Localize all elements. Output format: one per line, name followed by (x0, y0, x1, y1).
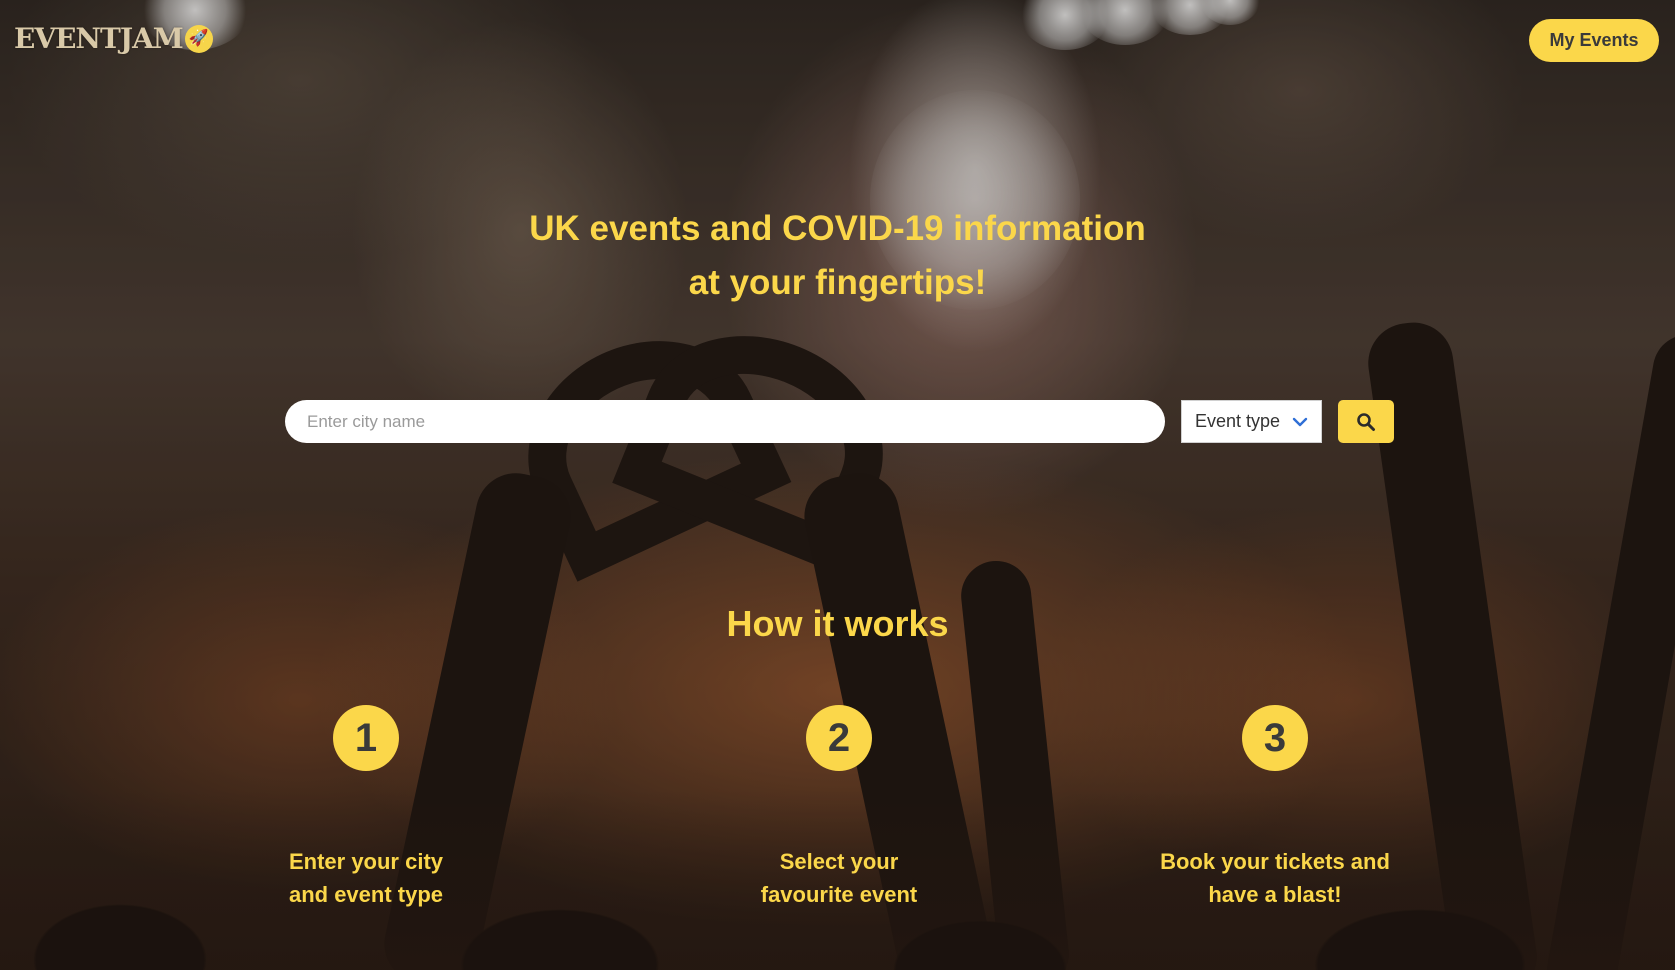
step-number-badge: 1 (333, 705, 399, 771)
hero-title-line-1: UK events and COVID-19 information (529, 209, 1146, 248)
step-number-badge: 2 (806, 705, 872, 771)
step-2: 2 Select your favourite event (689, 705, 989, 911)
chevron-down-icon (1292, 417, 1308, 426)
city-search-input[interactable] (285, 400, 1165, 443)
landing-page: EVENTJAM 🚀 My Events UK events and COVID… (0, 0, 1675, 970)
logo-text: EVENTJAM (14, 22, 184, 55)
search-bar: Event type (285, 400, 1394, 443)
search-button[interactable] (1338, 400, 1394, 443)
event-type-label: Event type (1195, 411, 1281, 431)
step-description: Enter your city and event type (288, 849, 444, 907)
step-number-badge: 3 (1242, 705, 1308, 771)
step-1: 1 Enter your city and event type (216, 705, 516, 911)
step-3: 3 Book your tickets and have a blast! (1125, 705, 1425, 911)
search-icon (1357, 412, 1375, 431)
hero-title: UK events and COVID-19 information at yo… (0, 202, 1675, 310)
step-description: Book your tickets and have a blast! (1160, 849, 1390, 907)
event-type-select[interactable]: Event type (1181, 400, 1322, 443)
hero-title-line-2: at your fingertips! (688, 263, 987, 302)
step-description: Select your favourite event (760, 849, 918, 907)
how-it-works-title: How it works (726, 603, 949, 644)
rocket-icon: 🚀 (184, 24, 213, 53)
my-events-button[interactable]: My Events (1529, 19, 1659, 62)
eventjam-logo[interactable]: EVENTJAM 🚀 (14, 22, 213, 55)
